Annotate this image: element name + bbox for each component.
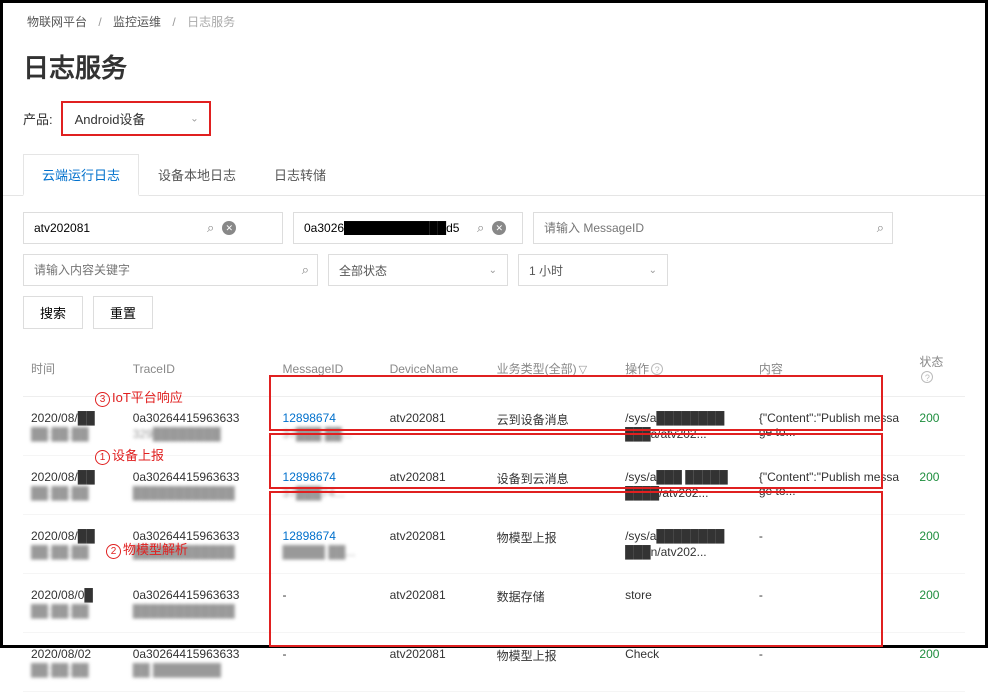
cell-status: 200 [911, 515, 965, 574]
col-biz[interactable]: 业务类型(全部)▽ [489, 341, 617, 397]
cell-device: atv202081 [382, 574, 489, 633]
cell-device: atv202081 [382, 515, 489, 574]
cell-msgid: - [275, 633, 382, 692]
cell-time: 2020/08/0███:██:██ [23, 574, 125, 633]
annotation-model-parse: 2物模型解析 [106, 539, 188, 559]
cell-time: 2020/08/02██:██:██ [23, 633, 125, 692]
crumb-current: 日志服务 [187, 15, 235, 29]
device-name-input[interactable] [24, 213, 199, 243]
col-content: 内容 [751, 341, 912, 397]
cell-msgid[interactable]: 1289867437███74... [275, 456, 382, 515]
clear-icon[interactable]: ✕ [492, 221, 506, 235]
annotation-device-report: 1设备上报 [95, 445, 164, 465]
crumb-mid[interactable]: 监控运维 [113, 15, 161, 29]
cell-msgid: - [275, 574, 382, 633]
cell-op: /sys/a███████████n/atv202... [617, 515, 751, 574]
timerange-select[interactable]: 1 小时 ⌄ [518, 254, 668, 286]
crumb-sep: / [172, 15, 175, 29]
cell-status: 200 [911, 397, 965, 456]
col-status: 状态? [911, 341, 965, 397]
col-op: 操作? [617, 341, 751, 397]
cell-content: {"Content":"Publish message to... [751, 397, 912, 456]
cell-device: atv202081 [382, 397, 489, 456]
cell-device: atv202081 [382, 633, 489, 692]
status-select[interactable]: 全部状态 ⌄ [328, 254, 508, 286]
cell-content: - [751, 633, 912, 692]
help-icon[interactable]: ? [921, 371, 933, 383]
cell-msgid[interactable]: 1289867437███ ██... [275, 397, 382, 456]
cell-biz: 物模型上报 [489, 633, 617, 692]
cell-biz: 云到设备消息 [489, 397, 617, 456]
cell-device: atv202081 [382, 456, 489, 515]
messageid-input-wrap: ⌕ [533, 212, 893, 244]
cell-biz: 设备到云消息 [489, 456, 617, 515]
chevron-down-icon: ⌄ [649, 265, 657, 276]
cell-content: - [751, 574, 912, 633]
table-row: 2020/08/02██:██:██0a30264415963633██ ███… [23, 633, 965, 692]
chevron-down-icon: ⌄ [190, 113, 198, 124]
help-icon[interactable]: ? [651, 363, 663, 375]
breadcrumb: 物联网平台 / 监控运维 / 日志服务 [3, 3, 985, 40]
cell-trace: 0a30264415963633██ ████████ [125, 633, 275, 692]
table-row: 2020/08/████:██:██0a30264415963633██████… [23, 456, 965, 515]
filter-icon[interactable]: ▽ [579, 364, 587, 376]
cell-status: 200 [911, 633, 965, 692]
table-row: 2020/08/0███:██:██0a30264415963633██████… [23, 574, 965, 633]
timerange-value: 1 小时 [529, 262, 563, 279]
search-icon[interactable]: ⌕ [294, 262, 317, 278]
product-selected: Android设备 [75, 112, 146, 127]
cell-status: 200 [911, 574, 965, 633]
status-value: 全部状态 [339, 262, 387, 279]
device-name-input-wrap: ⌕ ✕ [23, 212, 283, 244]
cell-op: Check [617, 633, 751, 692]
cell-op: /sys/a███████████a/atv202... [617, 397, 751, 456]
tab-cloud-log[interactable]: 云端运行日志 [23, 154, 139, 196]
messageid-input[interactable] [534, 213, 869, 243]
crumb-root[interactable]: 物联网平台 [27, 15, 87, 29]
col-device: DeviceName [382, 341, 489, 397]
search-button[interactable]: 搜索 [23, 296, 83, 329]
search-icon[interactable]: ⌕ [869, 220, 892, 236]
tab-log-dump[interactable]: 日志转储 [255, 154, 345, 195]
keyword-input-wrap: ⌕ [23, 254, 318, 286]
reset-button[interactable]: 重置 [93, 296, 153, 329]
traceid-input[interactable] [294, 213, 469, 243]
cell-content: {"Content":"Publish message to... [751, 456, 912, 515]
product-label: 产品: [23, 109, 53, 128]
col-msgid: MessageID [275, 341, 382, 397]
search-icon[interactable]: ⌕ [469, 220, 492, 236]
cell-op: store [617, 574, 751, 633]
cell-trace: 0a30264415963633████████████ [125, 574, 275, 633]
page-title: 日志服务 [3, 40, 985, 101]
tab-device-log[interactable]: 设备本地日志 [139, 154, 255, 195]
crumb-sep: / [98, 15, 101, 29]
clear-icon[interactable]: ✕ [222, 221, 236, 235]
cell-biz: 物模型上报 [489, 515, 617, 574]
cell-msgid[interactable]: 12898674█████ ██... [275, 515, 382, 574]
tabs: 云端运行日志 设备本地日志 日志转储 [3, 154, 985, 196]
search-icon[interactable]: ⌕ [199, 220, 222, 236]
product-select[interactable]: Android设备 ⌄ [61, 101, 211, 136]
cell-status: 200 [911, 456, 965, 515]
keyword-input[interactable] [24, 255, 294, 285]
cell-op: /sys/a███ █████████/atv202... [617, 456, 751, 515]
traceid-input-wrap: ⌕ ✕ [293, 212, 523, 244]
cell-content: - [751, 515, 912, 574]
chevron-down-icon: ⌄ [489, 265, 497, 276]
annotation-iot-response: 3IoT平台响应 [95, 387, 183, 407]
cell-biz: 数据存储 [489, 574, 617, 633]
